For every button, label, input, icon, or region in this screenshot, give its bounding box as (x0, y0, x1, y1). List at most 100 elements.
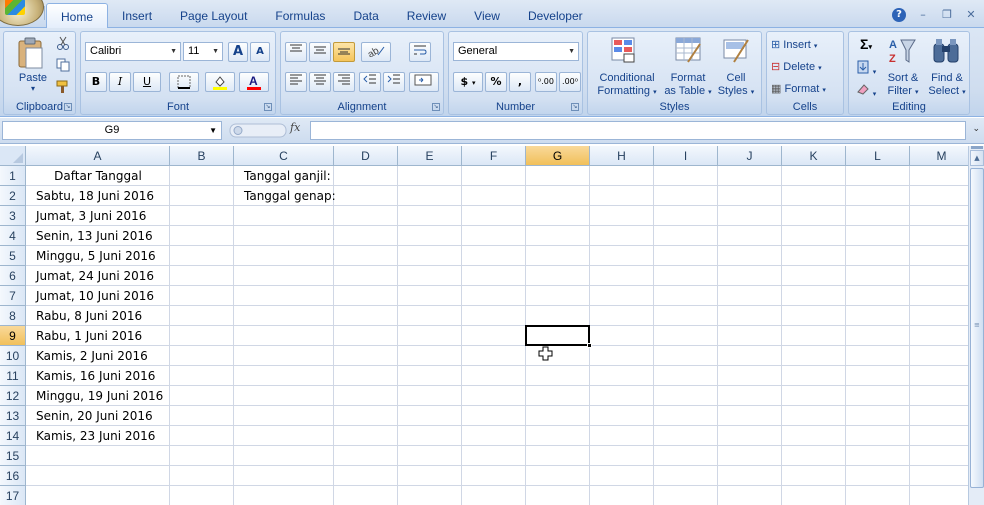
alignment-launcher-icon[interactable]: ↘ (432, 103, 440, 111)
row-header-12[interactable]: 12 (0, 386, 26, 406)
tab-formulas[interactable]: Formulas (261, 0, 339, 28)
borders-button[interactable] (169, 72, 199, 92)
copy-icon[interactable] (56, 58, 70, 72)
cell-a7[interactable]: Jumat, 10 Juni 2016 (36, 286, 154, 305)
find-select-button[interactable]: Find & Select ▾ (925, 72, 969, 99)
increase-indent-button[interactable] (383, 72, 405, 92)
column-header-l[interactable]: L (846, 146, 910, 166)
row-header-5[interactable]: 5 (0, 246, 26, 266)
cell-a6[interactable]: Jumat, 24 Juni 2016 (36, 266, 154, 285)
row-header-7[interactable]: 7 (0, 286, 26, 306)
insert-function-button[interactable]: fx (290, 121, 300, 134)
row-header-8[interactable]: 8 (0, 306, 26, 326)
grow-font-button[interactable]: A (228, 42, 248, 62)
font-launcher-icon[interactable]: ↘ (264, 103, 272, 111)
cell-a12[interactable]: Minggu, 19 Juni 2016 (36, 386, 163, 405)
autosum-button[interactable]: Σ▾ (853, 36, 879, 52)
column-header-f[interactable]: F (462, 146, 526, 166)
decrease-decimal-button[interactable]: .00⁰ (559, 72, 581, 92)
cell-c1[interactable]: Tanggal ganjil: (244, 166, 331, 185)
underline-button[interactable]: U (133, 72, 161, 92)
row-header-2[interactable]: 2 (0, 186, 26, 206)
conditional-formatting-icon[interactable] (610, 36, 638, 64)
column-header-h[interactable]: H (590, 146, 654, 166)
column-header-g[interactable]: G (526, 146, 590, 166)
cut-icon[interactable] (56, 36, 70, 50)
vertical-scrollbar[interactable]: ▲ ≡ (968, 146, 984, 505)
align-bottom-button[interactable] (333, 42, 355, 62)
cell-a11[interactable]: Kamis, 16 Juni 2016 (36, 366, 155, 385)
tab-home[interactable]: Home (46, 3, 109, 29)
align-middle-button[interactable] (309, 42, 331, 62)
insert-cells-button[interactable]: ⊞ Insert ▾ (771, 38, 841, 51)
sort-filter-icon[interactable]: A Z (887, 36, 917, 66)
row-header-10[interactable]: 10 (0, 346, 26, 366)
worksheet-grid[interactable]: ABCDEFGHIJKLM 1 2 3 4 5 6 7 8 9 10 11 12 13 14 15 16 17 … (0, 146, 968, 505)
clipboard-launcher-icon[interactable]: ↘ (64, 103, 72, 111)
cell-styles-button[interactable]: Cell Styles ▾ (714, 72, 758, 99)
cell-a4[interactable]: Senin, 13 Juni 2016 (36, 226, 153, 245)
office-button[interactable] (0, 0, 44, 26)
cell-a13[interactable]: Senin, 20 Juni 2016 (36, 406, 153, 425)
row-header-3[interactable]: 3 (0, 206, 26, 226)
cell-a8[interactable]: Rabu, 8 Juni 2016 (36, 306, 142, 325)
decrease-indent-button[interactable] (359, 72, 381, 92)
paste-icon[interactable] (16, 36, 46, 70)
comma-button[interactable]: , (509, 72, 531, 92)
fill-handle[interactable] (587, 343, 592, 348)
align-center-button[interactable] (309, 72, 331, 92)
split-box[interactable] (971, 146, 983, 149)
minimize-icon[interactable]: – (916, 8, 930, 22)
column-header-a[interactable]: A (26, 146, 170, 166)
column-header-b[interactable]: B (170, 146, 234, 166)
align-right-button[interactable] (333, 72, 355, 92)
row-header-15[interactable]: 15 (0, 446, 26, 466)
tab-insert[interactable]: Insert (108, 0, 166, 28)
cell-a1[interactable]: Daftar Tanggal (26, 166, 170, 185)
column-header-m[interactable]: M (910, 146, 968, 166)
formula-input[interactable] (310, 121, 966, 140)
tab-data[interactable]: Data (339, 0, 392, 28)
row-header-13[interactable]: 13 (0, 406, 26, 426)
column-header-c[interactable]: C (234, 146, 334, 166)
restore-icon[interactable]: ❐ (940, 8, 954, 22)
merge-center-button[interactable] (409, 72, 439, 92)
font-size-combo[interactable]: 11 ▼ (183, 42, 223, 61)
cell-a5[interactable]: Minggu, 5 Juni 2016 (36, 246, 156, 265)
help-icon[interactable]: ? (892, 8, 906, 22)
conditional-formatting-button[interactable]: Conditional Formatting ▾ (590, 72, 664, 99)
align-left-button[interactable] (285, 72, 307, 92)
cell-styles-icon[interactable] (722, 36, 750, 64)
active-cell-selection[interactable] (525, 325, 592, 348)
cell-a2[interactable]: Sabtu, 18 Juni 2016 (36, 186, 154, 205)
row-header-16[interactable]: 16 (0, 466, 26, 486)
format-cells-button[interactable]: ▦ Format ▾ (771, 82, 841, 95)
orientation-button[interactable]: ab (361, 42, 391, 62)
close-icon[interactable]: ✕ (964, 8, 978, 22)
row-header-1[interactable]: 1 (0, 166, 26, 186)
column-header-k[interactable]: K (782, 146, 846, 166)
format-as-table-icon[interactable] (674, 36, 702, 64)
row-header-4[interactable]: 4 (0, 226, 26, 246)
tab-view[interactable]: View (460, 0, 514, 28)
fill-color-button[interactable] (205, 72, 235, 92)
row-header-14[interactable]: 14 (0, 426, 26, 446)
delete-cells-button[interactable]: ⊟ Delete ▾ (771, 60, 841, 73)
currency-button[interactable]: $ ▾ (453, 72, 483, 92)
scroll-up-button[interactable]: ▲ (970, 150, 984, 166)
cell-c2[interactable]: Tanggal genap: (244, 186, 336, 205)
italic-button[interactable]: I (109, 72, 131, 92)
bold-button[interactable]: B (85, 72, 107, 92)
name-box[interactable]: G9 ▼ (2, 121, 222, 140)
format-as-table-button[interactable]: Format as Table ▾ (662, 72, 714, 99)
select-all-corner[interactable] (0, 146, 26, 166)
number-launcher-icon[interactable]: ↘ (571, 103, 579, 111)
font-color-button[interactable]: A (239, 72, 269, 92)
column-header-d[interactable]: D (334, 146, 398, 166)
expand-formula-bar-icon[interactable]: ⌄ (972, 124, 980, 134)
sort-filter-button[interactable]: Sort & Filter ▾ (881, 72, 925, 99)
increase-decimal-button[interactable]: ⁰.00 (535, 72, 557, 92)
fill-button[interactable]: ▾ (853, 60, 879, 77)
column-header-e[interactable]: E (398, 146, 462, 166)
tab-developer[interactable]: Developer (514, 0, 597, 28)
